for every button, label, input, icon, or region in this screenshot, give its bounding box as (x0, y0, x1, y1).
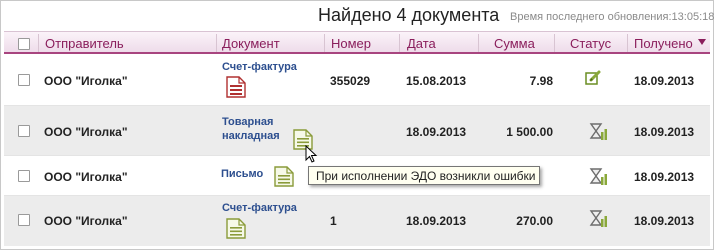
hourglass-pending-icon[interactable] (589, 210, 607, 228)
column-separator (324, 34, 325, 52)
mouse-cursor-icon (305, 145, 318, 163)
document-type-link[interactable]: Счет-фактура (222, 201, 297, 215)
error-tooltip: При исполнении ЭДО возникли ошибки (308, 166, 540, 185)
column-header-status[interactable]: Статус (570, 36, 611, 51)
date-cell: 18.09.2013 (406, 125, 467, 139)
document-type-link[interactable]: Товарная накладная (222, 115, 292, 143)
column-header-document[interactable]: Документ (222, 36, 280, 51)
results-header: Найдено 4 документа Время последнего обн… (1, 1, 714, 31)
date-cell: 18.09.2013 (406, 214, 467, 228)
received-cell: 18.09.2013 (634, 214, 695, 228)
hourglass-pending-icon[interactable] (589, 123, 607, 141)
sort-descending-icon[interactable] (698, 39, 706, 45)
red-document-icon[interactable] (226, 76, 246, 98)
green-document-icon[interactable] (226, 218, 246, 239)
document-type-link[interactable]: Письмо (221, 167, 263, 181)
column-separator (627, 34, 628, 52)
table-row[interactable]: ООО "Иголка" Товарная накладная 18.09.20… (4, 106, 710, 156)
column-separator (216, 34, 217, 52)
column-header-sender[interactable]: Отправитель (45, 36, 124, 51)
amount-cell: 270.00 (516, 214, 553, 228)
received-cell: 18.09.2013 (634, 170, 695, 184)
number-cell: 1 (330, 214, 337, 228)
sender-cell: ООО "Иголка" (44, 74, 128, 88)
received-cell: 18.09.2013 (634, 74, 695, 88)
row-checkbox[interactable] (18, 170, 30, 182)
last-update-time: Время последнего обновления:13:05:18 (510, 11, 714, 23)
column-header-date[interactable]: Дата (407, 36, 436, 51)
column-separator (399, 34, 400, 52)
sender-cell: ООО "Иголка" (44, 170, 128, 184)
column-header-amount[interactable]: Сумма (494, 36, 535, 51)
row-checkbox[interactable] (18, 125, 30, 137)
number-cell: 355029 (330, 74, 371, 88)
column-header-number[interactable]: Номер (331, 36, 371, 51)
column-separator (38, 34, 39, 52)
sender-cell: ООО "Иголка" (44, 125, 128, 139)
select-all-checkbox[interactable] (18, 38, 30, 50)
found-count: Найдено 4 документа (318, 5, 500, 25)
date-cell: 15.08.2013 (406, 74, 467, 88)
table-row[interactable]: ООО "Иголка" Счет-фактура 1 18.09.2013 2… (4, 196, 710, 246)
amount-cell: 7.98 (529, 74, 553, 88)
table-row[interactable]: ООО "Иголка" Счет-фактура 355029 15.08.2… (4, 56, 710, 106)
received-cell: 18.09.2013 (634, 125, 695, 139)
documents-panel: Найдено 4 документа Время последнего обн… (0, 0, 714, 250)
green-document-icon[interactable] (274, 166, 294, 187)
column-separator (478, 34, 479, 52)
sender-cell: ООО "Иголка" (44, 214, 128, 228)
row-checkbox[interactable] (18, 214, 30, 226)
hourglass-pending-icon[interactable] (589, 168, 607, 186)
edit-signed-icon[interactable] (585, 70, 601, 86)
amount-cell: 1 500.00 (506, 125, 553, 139)
column-separator (554, 34, 555, 52)
document-type-link[interactable]: Счет-фактура (222, 60, 297, 74)
row-checkbox[interactable] (18, 74, 30, 86)
column-header-received[interactable]: Получено (634, 36, 693, 51)
table-header: Отправитель Документ Номер Дата Сумма Ст… (4, 31, 710, 54)
